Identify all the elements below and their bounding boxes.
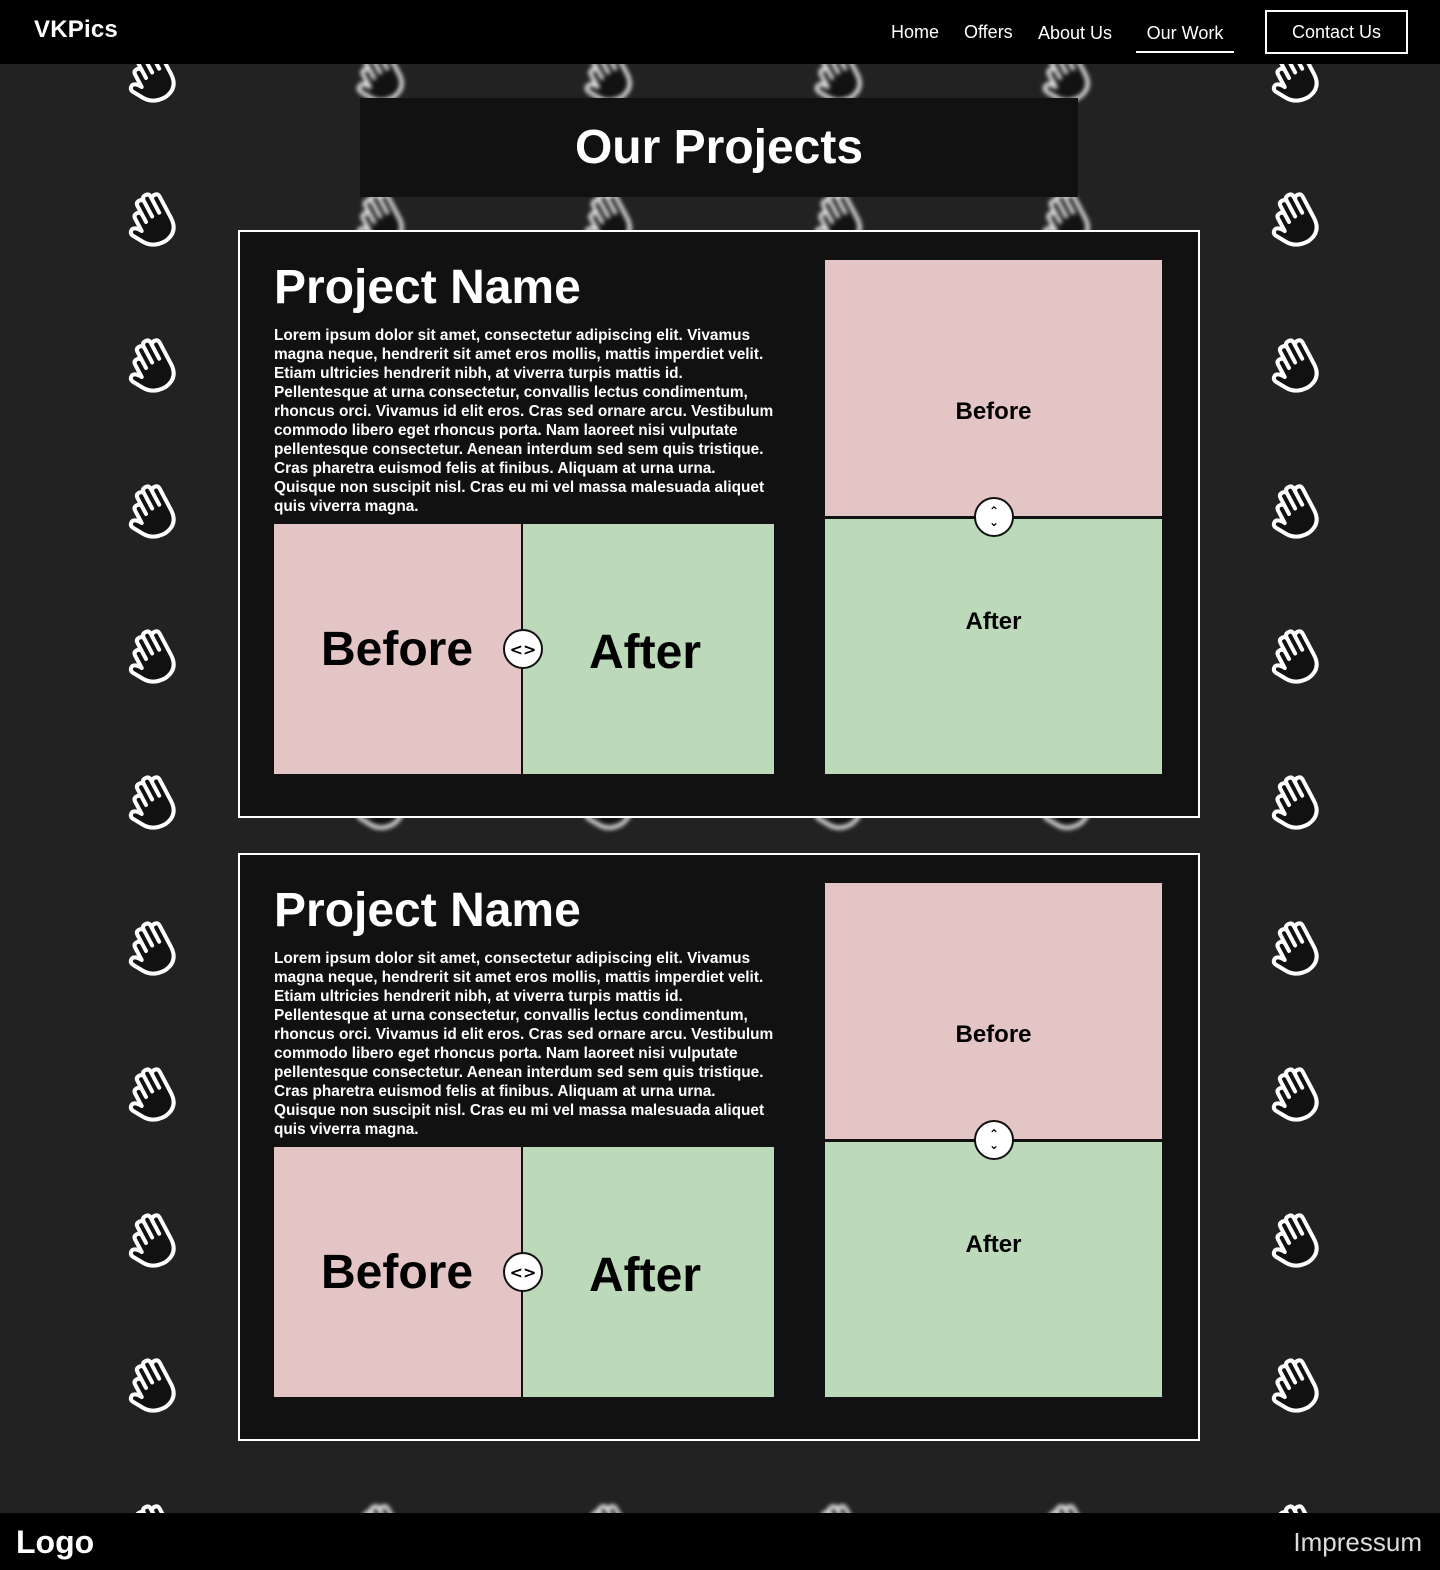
after-label: After [965, 608, 1022, 635]
waving-hand-icon [1265, 1354, 1329, 1418]
before-label: Before [321, 1246, 474, 1299]
project-card: Project Name Lorem ipsum dolor sit amet,… [238, 230, 1200, 818]
project-description: Lorem ipsum dolor sit amet, consectetur … [274, 327, 774, 515]
contact-us-button[interactable]: Contact Us [1265, 10, 1408, 54]
waving-hand-icon [122, 1354, 186, 1418]
waving-hand-icon [1265, 771, 1329, 835]
brand-name[interactable]: VKPics [34, 16, 118, 44]
waving-hand-icon [122, 188, 186, 252]
waving-hand-icon [1265, 480, 1329, 544]
waving-hand-icon [1265, 917, 1329, 981]
waving-hand-icon [1265, 334, 1329, 398]
waving-hand-icon [122, 625, 186, 689]
left-right-arrows-icon[interactable]: <> [503, 629, 543, 669]
waving-hand-icon [1265, 1209, 1329, 1273]
waving-hand-icon [1265, 188, 1329, 252]
footer-logo[interactable]: Logo [16, 1524, 94, 1561]
page-title-banner: Our Projects [360, 98, 1078, 197]
before-after-vertical-slider[interactable]: Before After ⌃ ⌄ [825, 883, 1162, 1397]
after-image-placeholder [825, 519, 1162, 774]
before-after-horizontal-slider[interactable]: Before After <> [274, 524, 774, 774]
before-after-horizontal-slider[interactable]: Before After <> [274, 1147, 774, 1397]
before-after-vertical-slider[interactable]: Before After ⌃ ⌄ [825, 260, 1162, 774]
after-image-placeholder [825, 1142, 1162, 1397]
waving-hand-icon [122, 917, 186, 981]
after-label: After [965, 1231, 1022, 1258]
before-label: Before [955, 398, 1032, 425]
project-description: Lorem ipsum dolor sit amet, consectetur … [274, 950, 774, 1138]
waving-hand-icon [122, 1209, 186, 1273]
waving-hand-icon [122, 1063, 186, 1127]
project-card: Project Name Lorem ipsum dolor sit amet,… [238, 853, 1200, 1441]
before-image-placeholder [825, 883, 1162, 1140]
waving-hand-icon [1265, 625, 1329, 689]
up-down-arrows-icon[interactable]: ⌃ ⌄ [974, 1120, 1014, 1160]
waving-hand-icon [122, 334, 186, 398]
nav-our-work-link[interactable]: Our Work [1136, 23, 1234, 53]
before-label: Before [321, 623, 474, 676]
project-name: Project Name [274, 261, 581, 314]
waving-hand-icon [122, 771, 186, 835]
after-label: After [589, 1249, 702, 1302]
after-label: After [589, 626, 702, 679]
impressum-link[interactable]: Impressum [1293, 1527, 1422, 1558]
waving-hand-icon [1265, 1063, 1329, 1127]
left-right-arrows-icon[interactable]: <> [503, 1252, 543, 1292]
waving-hand-icon [122, 480, 186, 544]
page-title: Our Projects [574, 121, 864, 174]
nav-offers-link[interactable]: Offers [964, 22, 1013, 43]
page-footer: Logo Impressum [0, 1513, 1440, 1570]
nav-home-link[interactable]: Home [891, 22, 939, 43]
up-down-arrows-icon[interactable]: ⌃ ⌄ [974, 497, 1014, 537]
nav-about-link[interactable]: About Us [1038, 23, 1112, 44]
project-name: Project Name [274, 884, 581, 937]
before-label: Before [955, 1021, 1032, 1048]
top-navbar: VKPics Home Offers About Us Our Work Con… [0, 0, 1440, 64]
before-image-placeholder [825, 260, 1162, 517]
